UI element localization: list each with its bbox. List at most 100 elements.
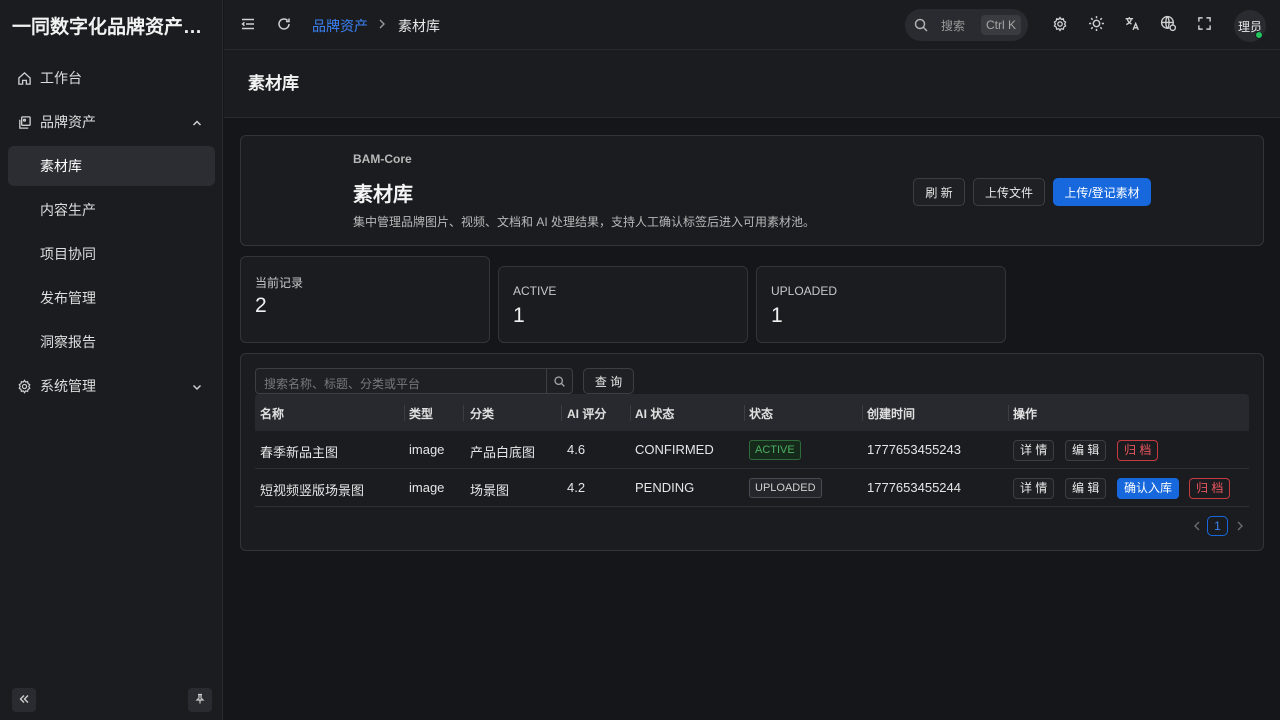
sidebar-item-label: 系统管理 <box>40 378 96 394</box>
pin-icon <box>194 693 206 708</box>
theme-toggle-button[interactable] <box>1086 15 1106 35</box>
app-title: 一同数字化品牌资产管理平台 <box>12 17 217 38</box>
column-divider <box>744 405 745 421</box>
hero-kicker: BAM-Core <box>353 152 412 166</box>
sidebar-item-workbench[interactable]: 工作台 <box>8 58 215 98</box>
cell-ai-score: 4.2 <box>567 480 586 495</box>
fullscreen-icon <box>1197 16 1212 34</box>
hero-card: BAM-Core 素材库 集中管理品牌图片、视频、文档和 AI 处理结果，支持人… <box>240 135 1264 246</box>
refresh-icon <box>276 16 292 35</box>
menu-toggle-button[interactable] <box>238 15 258 35</box>
table-row: 短视频竖版场景图 image 场景图 4.2 PENDING UPLOADED … <box>255 469 1249 507</box>
pagination-prev-icon[interactable] <box>1192 520 1202 532</box>
double-chevron-left-icon <box>18 693 30 708</box>
sidebar-item-material-library[interactable]: 素材库 <box>8 146 215 186</box>
cell-created: 1777653455243 <box>867 442 961 457</box>
table-search-input[interactable]: 搜索名称、标题、分类或平台 <box>255 368 573 394</box>
chevron-up-icon <box>191 116 203 128</box>
sidebar-item-publish-management[interactable]: 发布管理 <box>8 278 215 318</box>
confirm-storage-button[interactable]: 确认入库 <box>1117 478 1180 499</box>
sidebar-item-label: 素材库 <box>40 158 82 174</box>
cell-ai-score: 4.6 <box>567 442 586 457</box>
query-button[interactable]: 查 询 <box>583 368 634 394</box>
collapse-sidebar-button[interactable] <box>12 688 36 712</box>
sidebar-item-label: 内容生产 <box>40 202 96 218</box>
translate-icon <box>1124 15 1141 35</box>
cell-name: 短视频竖版场景图 <box>260 483 365 498</box>
status-badge: UPLOADED <box>749 478 822 498</box>
column-divider <box>404 405 405 421</box>
settings-button[interactable] <box>1050 15 1070 35</box>
column-header-status: 状态 <box>749 407 774 421</box>
upload-file-button[interactable]: 上传文件 <box>973 178 1045 206</box>
hero-title: 素材库 <box>353 184 413 206</box>
menu-fold-icon <box>240 16 256 35</box>
archive-button[interactable]: 归 档 <box>1117 440 1159 461</box>
stat-label: ACTIVE <box>513 284 557 298</box>
column-header-created: 创建时间 <box>867 407 916 421</box>
sidebar-item-content-production[interactable]: 内容生产 <box>8 190 215 230</box>
stat-label: UPLOADED <box>771 284 838 298</box>
sidebar-item-insight-report[interactable]: 洞察报告 <box>8 322 215 362</box>
column-divider <box>630 405 631 421</box>
detail-button[interactable]: 详 情 <box>1013 440 1055 461</box>
search-placeholder: 搜索名称、标题、分类或平台 <box>264 377 421 391</box>
search-shortcut: Ctrl K <box>981 15 1021 35</box>
table-row: 春季新品主图 image 产品白底图 4.6 CONFIRMED ACTIVE … <box>255 431 1249 469</box>
column-divider <box>1008 405 1009 421</box>
pagination-page[interactable]: 1 <box>1207 516 1228 536</box>
column-header-ai-score: AI 评分 <box>567 407 607 421</box>
language-button[interactable] <box>1122 15 1142 35</box>
online-status-dot <box>1255 31 1263 39</box>
edit-button[interactable]: 编 辑 <box>1065 440 1107 461</box>
status-badge: ACTIVE <box>749 440 801 460</box>
stat-value: 2 <box>255 294 267 317</box>
sidebar-item-brand-assets[interactable]: 品牌资产 <box>8 102 215 142</box>
cell-type: image <box>409 480 445 495</box>
refresh-page-button[interactable] <box>274 15 294 35</box>
sidebar-item-label: 工作台 <box>40 70 82 86</box>
sidebar-item-label: 发布管理 <box>40 290 96 306</box>
sidebar: 一同数字化品牌资产管理平台 工作台 品牌资产 素材库 内容生产 项目协同 发布管… <box>0 0 223 720</box>
column-header-name: 名称 <box>260 407 285 421</box>
column-divider <box>561 405 562 421</box>
breadcrumb-brand-assets[interactable]: 品牌资产 <box>312 16 368 36</box>
column-header-actions: 操作 <box>1013 407 1038 421</box>
sidebar-item-label: 项目协同 <box>40 246 96 262</box>
cell-created: 1777653455244 <box>867 480 961 495</box>
column-header-category: 分类 <box>470 407 495 421</box>
global-search-button[interactable]: 搜索 Ctrl K <box>905 9 1028 41</box>
cell-name: 春季新品主图 <box>260 445 339 460</box>
pin-sidebar-button[interactable] <box>188 688 212 712</box>
locale-button[interactable] <box>1158 15 1178 35</box>
stat-value: 1 <box>771 304 783 327</box>
gear-icon <box>1052 15 1068 35</box>
gear-icon <box>16 378 32 394</box>
top-header: 品牌资产 素材库 搜索 Ctrl K 理员 <box>224 0 1280 50</box>
edit-button[interactable]: 编 辑 <box>1065 478 1107 499</box>
column-divider <box>862 405 863 421</box>
search-icon <box>913 17 929 33</box>
register-material-button[interactable]: 上传/登记素材 <box>1053 178 1151 206</box>
cell-ai-status: CONFIRMED <box>635 442 714 457</box>
column-header-ai-status: AI 状态 <box>635 407 675 421</box>
pagination-next-icon[interactable] <box>1235 520 1245 532</box>
assets-icon <box>16 114 32 130</box>
cell-category: 场景图 <box>470 483 510 498</box>
material-table-panel: 搜索名称、标题、分类或平台 查 询 名称 类型 分类 AI 评分 AI 状态 状… <box>240 353 1264 551</box>
sidebar-item-project-collab[interactable]: 项目协同 <box>8 234 215 274</box>
search-icon[interactable] <box>546 369 572 393</box>
refresh-button[interactable]: 刷 新 <box>913 178 965 206</box>
home-icon <box>16 70 32 86</box>
fullscreen-button[interactable] <box>1194 15 1214 35</box>
sun-icon <box>1088 15 1105 35</box>
page-header: 素材库 <box>224 50 1280 118</box>
archive-button[interactable]: 归 档 <box>1189 478 1231 499</box>
detail-button[interactable]: 详 情 <box>1013 478 1055 499</box>
breadcrumb-current: 素材库 <box>398 18 440 34</box>
stat-value: 1 <box>513 304 525 327</box>
column-header-type: 类型 <box>409 407 434 421</box>
sidebar-item-system-management[interactable]: 系统管理 <box>8 366 215 406</box>
chevron-right-icon <box>376 17 388 31</box>
sidebar-item-label: 洞察报告 <box>40 334 96 350</box>
